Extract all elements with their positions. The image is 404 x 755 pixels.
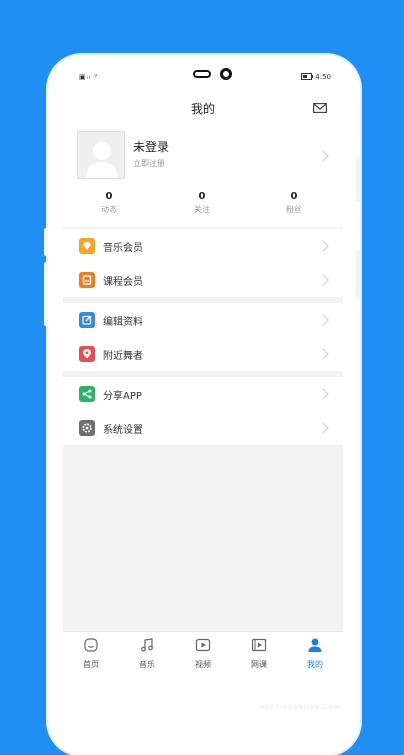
watermark-logo-icon [226, 680, 254, 709]
battery-icon [301, 73, 314, 80]
watermark-text: 奥派软件园 [258, 683, 353, 704]
diamond-icon [79, 238, 95, 254]
status-icons: ▣ᵢₗ ⁹ [79, 73, 99, 81]
menu-item-label: 分享APP [103, 391, 142, 402]
menu-group-membership: 音乐会员 课程会员 [63, 229, 343, 297]
tab-course[interactable]: 网课 [231, 637, 287, 670]
notch-pill [193, 70, 211, 78]
stat-label: 关注 [194, 205, 210, 214]
time-text: 4:50 [315, 73, 331, 81]
phone-side-button [44, 262, 48, 326]
chevron-right-icon [317, 274, 329, 286]
music-icon [141, 638, 153, 652]
chevron-right-icon [317, 314, 329, 326]
menu-item-label: 附近舞者 [103, 351, 143, 362]
stat-count: 0 [290, 191, 298, 202]
menu-item-label: 音乐会员 [103, 243, 143, 254]
location-icon [79, 346, 95, 362]
menu-item-label: 课程会员 [103, 277, 143, 288]
register-link[interactable]: 立即注册 [133, 158, 165, 169]
tab-label: 首页 [83, 660, 99, 669]
phone-side-button [44, 228, 48, 256]
tab-mine[interactable]: 我的 [287, 637, 343, 670]
menu-item-music-membership[interactable]: 音乐会员 [63, 229, 343, 263]
edit-icon [79, 312, 95, 328]
tab-home[interactable]: 首页 [63, 637, 119, 670]
menu-item-course-membership[interactable]: 课程会员 [63, 263, 343, 297]
menu-item-edit-profile[interactable]: 编辑资料 [63, 303, 343, 337]
stat-posts[interactable]: 0 动态 [69, 191, 149, 215]
front-camera [220, 68, 232, 80]
tab-label: 我的 [307, 660, 323, 669]
watermark-subtext: AOPAIRUANJIAN.COM [260, 704, 341, 711]
profile-card[interactable]: 未登录 立即注册 0 动态 0 关注 0 粉丝 [63, 125, 343, 227]
menu-item-share-app[interactable]: 分享APP [63, 377, 343, 411]
stat-followers[interactable]: 0 粉丝 [254, 191, 334, 215]
settings-icon [79, 420, 95, 436]
menu-item-label: 编辑资料 [103, 317, 143, 328]
tab-label: 网课 [251, 660, 267, 669]
phone-side-button [356, 156, 360, 202]
stat-label: 动态 [101, 205, 117, 214]
login-status: 未登录 [133, 140, 170, 154]
tab-music[interactable]: 音乐 [119, 637, 175, 670]
share-icon [79, 386, 95, 402]
menu-item-label: 系统设置 [103, 425, 143, 436]
chevron-right-icon [317, 422, 329, 434]
status-bar: ▣ᵢₗ ⁹ 4:50 [63, 65, 343, 91]
chevron-right-icon [317, 348, 329, 360]
avatar[interactable] [77, 131, 125, 179]
chevron-right-icon [317, 388, 329, 400]
mail-icon[interactable] [313, 103, 327, 113]
tab-video[interactable]: 视频 [175, 637, 231, 670]
chevron-right-icon [317, 150, 329, 162]
stat-following[interactable]: 0 关注 [162, 191, 242, 215]
status-time: 4:50 [301, 73, 331, 81]
watermark: 奥派软件园 AOPAIRUANJIAN.COM [226, 678, 396, 716]
video-icon [195, 638, 211, 652]
menu-item-nearby-dancers[interactable]: 附近舞者 [63, 337, 343, 371]
menu-group-profile: 编辑资料 附近舞者 [63, 303, 343, 371]
menu-group-app: 分享APP 系统设置 [63, 377, 343, 445]
stat-count: 0 [105, 191, 113, 202]
course-video-icon [251, 638, 267, 652]
page-title: 我的 [190, 102, 215, 116]
stat-count: 0 [198, 191, 206, 202]
menu-item-settings[interactable]: 系统设置 [63, 411, 343, 445]
page-header: 我的 [63, 91, 343, 125]
stat-label: 粉丝 [286, 205, 302, 214]
user-icon [308, 638, 322, 652]
course-icon [79, 272, 95, 288]
chevron-right-icon [317, 240, 329, 252]
phone-side-button [356, 250, 360, 300]
tab-label: 音乐 [139, 660, 155, 669]
bottom-tab-bar: 首页 音乐 视频 网课 我的 [63, 631, 343, 675]
tab-label: 视频 [195, 660, 211, 669]
home-icon [84, 638, 98, 652]
avatar-placeholder-icon [86, 142, 118, 178]
app-screen: ▣ᵢₗ ⁹ 4:50 我的 未登录 立即注册 0 动态 0 关注 0 粉丝 音乐… [63, 65, 343, 675]
